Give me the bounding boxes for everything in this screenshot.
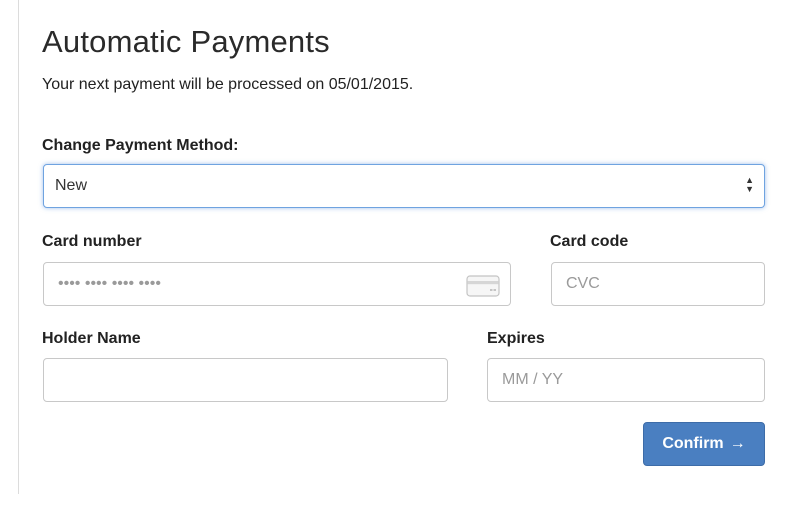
confirm-button-label: Confirm	[662, 435, 724, 452]
payment-method-select[interactable]: New ▲ ▼	[43, 164, 765, 208]
next-payment-notice: Your next payment will be processed on 0…	[42, 76, 414, 93]
payment-panel: Automatic Payments Your next payment wil…	[18, 0, 789, 494]
select-arrows-icon: ▲ ▼	[745, 175, 754, 194]
card-code-input[interactable]	[551, 262, 765, 306]
card-number-label: Card number	[42, 233, 142, 250]
page-title: Automatic Payments	[42, 24, 330, 59]
holder-name-label: Holder Name	[42, 330, 141, 347]
payment-method-selected: New	[55, 177, 88, 194]
expires-label: Expires	[487, 330, 545, 347]
credit-card-icon	[466, 275, 500, 297]
holder-name-input[interactable]	[43, 358, 448, 402]
confirm-button[interactable]: Confirm →	[643, 422, 765, 466]
card-number-input[interactable]	[43, 262, 511, 306]
payment-method-label: Change Payment Method:	[42, 137, 239, 154]
expires-input[interactable]	[487, 358, 765, 402]
card-code-label: Card code	[550, 233, 629, 250]
arrow-right-icon: →	[729, 435, 746, 452]
